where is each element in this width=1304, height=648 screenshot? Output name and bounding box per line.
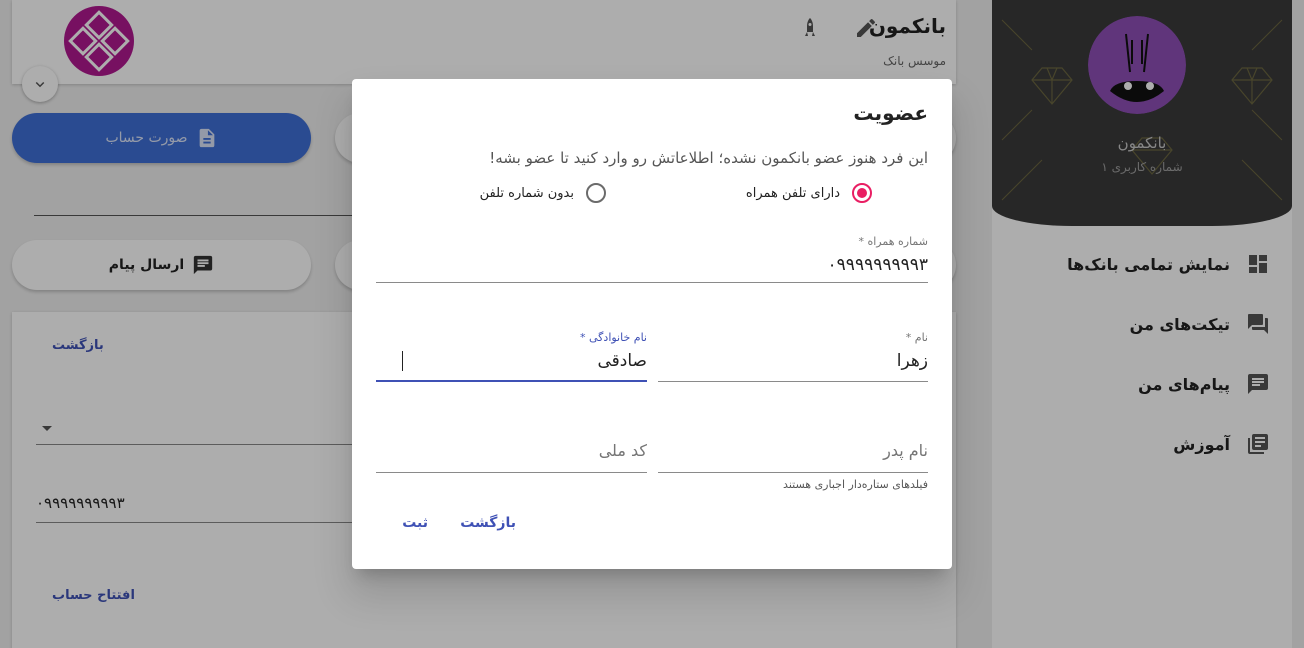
- membership-dialog: عضویت این فرد هنوز عضو بانکمون نشده؛ اطل…: [352, 79, 952, 569]
- radio-label: بدون شماره تلفن: [479, 185, 574, 201]
- radio-label: دارای تلفن همراه: [745, 185, 840, 201]
- father-name-field[interactable]: نام پدر: [658, 429, 928, 473]
- last-name-field[interactable]: نام خانوادگی * صادقی: [376, 331, 647, 382]
- phone-field-value: ۰۹۹۹۹۹۹۹۹۹۳: [827, 255, 928, 275]
- phone-field-label: شماره همراه *: [858, 235, 928, 248]
- radio-checked-icon: [852, 183, 872, 203]
- radio-without-phone[interactable]: بدون شماره تلفن: [480, 183, 606, 203]
- text-caret: [402, 351, 403, 371]
- back-button[interactable]: بازگشت: [444, 505, 532, 541]
- father-name-placeholder: نام پدر: [883, 441, 928, 460]
- dialog-title: عضویت: [853, 101, 928, 125]
- required-fields-hint: فیلدهای ستاره‌دار اجباری هستند: [783, 478, 928, 491]
- dialog-description: این فرد هنوز عضو بانکمون نشده؛ اطلاعاتش …: [489, 149, 928, 167]
- first-name-field[interactable]: نام * زهرا: [658, 331, 928, 382]
- radio-unchecked-icon: [586, 183, 606, 203]
- last-name-value: صادقی: [597, 351, 647, 371]
- national-code-field[interactable]: کد ملی: [376, 429, 647, 473]
- radio-with-phone[interactable]: دارای تلفن همراه: [746, 183, 872, 203]
- submit-button[interactable]: ثبت: [386, 505, 444, 541]
- last-name-label: نام خانوادگی *: [580, 331, 647, 344]
- first-name-label: نام *: [905, 331, 928, 344]
- first-name-value: زهرا: [896, 351, 928, 371]
- phone-field[interactable]: شماره همراه * ۰۹۹۹۹۹۹۹۹۹۳: [376, 235, 928, 283]
- national-code-placeholder: کد ملی: [598, 441, 647, 460]
